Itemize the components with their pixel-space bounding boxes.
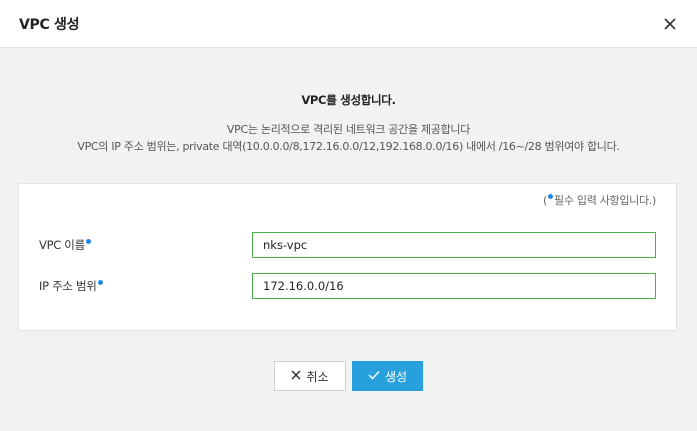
cancel-button[interactable]: 취소 [274,361,346,391]
required-dot-icon [548,194,554,200]
vpc-name-label-text: VPC 이름 [39,238,85,252]
x-icon [291,369,301,383]
cancel-button-label: 취소 [306,369,329,384]
field-row-vpc-name: VPC 이름 [19,232,676,258]
required-note-paren: ( [543,194,548,207]
ip-range-input[interactable] [252,273,656,299]
field-row-ip-range: IP 주소 범위 [19,273,676,299]
check-icon [368,369,380,383]
ip-range-label-text: IP 주소 범위 [39,279,97,293]
create-button[interactable]: 생성 [352,361,423,391]
intro-heading: VPC를 생성합니다. [301,93,396,107]
required-dot-icon [97,280,103,286]
create-button-label: 생성 [384,369,408,384]
close-icon[interactable] [661,15,679,33]
vpc-name-input[interactable] [252,232,656,258]
required-note-text: 필수 입력 사항입니다.) [554,194,656,207]
vpc-create-dialog: VPC 생성 VPC를 생성합니다. VPC는 논리적으로 격리된 네트워크 공… [0,0,697,431]
vpc-name-label: VPC 이름 [39,237,92,253]
dialog-header: VPC 생성 [0,0,697,48]
vpc-form: ( 필수 입력 사항입니다.) VPC 이름 IP 주소 범위 [18,183,677,331]
intro-desc-line2: VPC의 IP 주소 범위는, private 대역(10.0.0.0/8,17… [77,140,620,153]
ip-range-label: IP 주소 범위 [39,278,104,294]
intro-desc-line1: VPC는 논리적으로 격리된 네트워크 공간을 제공합니다 [226,123,471,136]
required-note: ( 필수 입력 사항입니다.) [543,192,656,208]
dialog-buttons: 취소 생성 [0,361,697,391]
intro-section: VPC를 생성합니다. VPC는 논리적으로 격리된 네트워크 공간을 제공합니… [0,48,697,155]
intro-description: VPC는 논리적으로 격리된 네트워크 공간을 제공합니다 VPC의 IP 주소… [0,121,697,155]
required-dot-icon [85,239,91,245]
dialog-title: VPC 생성 [19,16,80,33]
